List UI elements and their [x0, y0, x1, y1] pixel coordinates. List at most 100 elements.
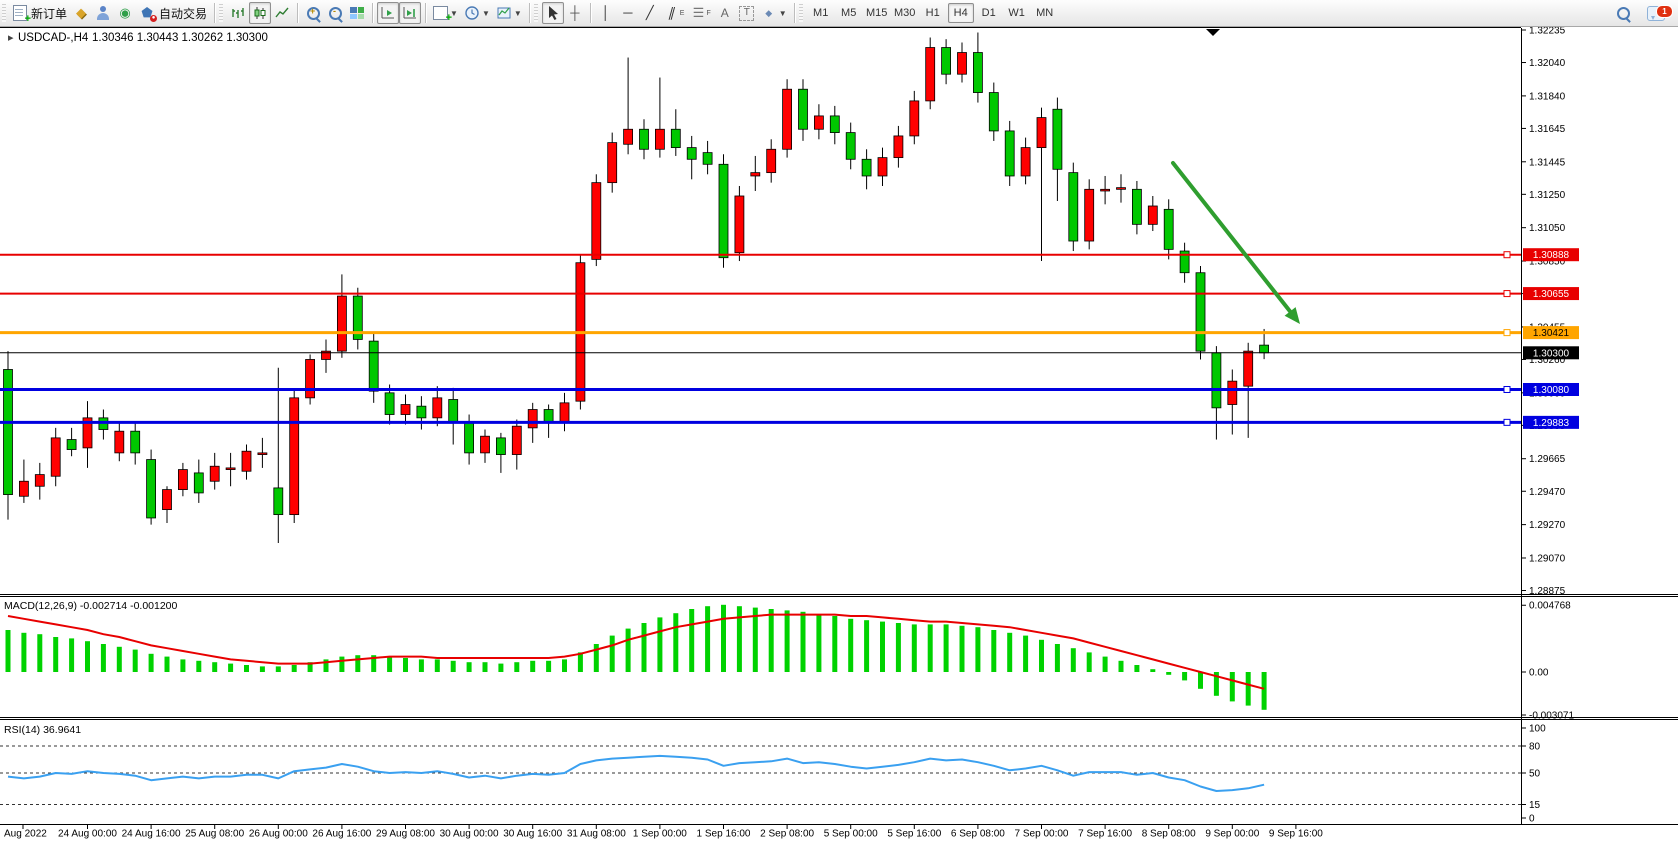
line-chart-icon — [274, 5, 290, 21]
time-axis[interactable]: Aug 202224 Aug 00:0024 Aug 16:0025 Aug 0… — [4, 825, 1323, 840]
candlestick-chart-icon — [252, 5, 268, 21]
trendline-tool[interactable]: ╱ — [639, 2, 661, 24]
candlestick-chart-button[interactable] — [249, 2, 271, 24]
timeframe-d1[interactable]: D1 — [976, 3, 1002, 23]
toolbar-drag-handle[interactable] — [219, 4, 223, 22]
svg-text:5 Sep 00:00: 5 Sep 00:00 — [824, 829, 878, 840]
svg-text:1.31645: 1.31645 — [1529, 124, 1566, 135]
add-indicator-button[interactable]: + ▼ — [430, 2, 461, 24]
svg-text:1.28875: 1.28875 — [1529, 586, 1566, 597]
svg-text:1.31445: 1.31445 — [1529, 157, 1566, 168]
separator — [794, 3, 795, 23]
svg-text:Aug 2022: Aug 2022 — [4, 829, 47, 840]
trendline-icon: ╱ — [642, 5, 658, 21]
fibonacci-tool[interactable]: ☰F — [687, 2, 713, 24]
horizontal-line-icon: ─ — [620, 5, 636, 21]
autotrading-label: 自动交易 — [159, 5, 207, 22]
crosshair-icon: ┼ — [567, 5, 583, 21]
zoom-out-button[interactable]: - — [324, 2, 346, 24]
price-axis[interactable]: 1.32235 1.32040 1.31840 1.31645 1.31445 1.312… — [1521, 27, 1579, 597]
fibo-letter: F — [706, 10, 710, 17]
separator — [425, 3, 426, 23]
svg-text:1 Sep 16:00: 1 Sep 16:00 — [697, 829, 751, 840]
toolbar-group-timeframes: M1M5M15M30H1H4D1W1MN — [805, 0, 1061, 27]
new-order-button[interactable]: + 新订单 — [10, 2, 70, 24]
search-icon — [1617, 7, 1630, 20]
svg-text:1.31840: 1.31840 — [1529, 91, 1566, 102]
autotrading-button[interactable]: ⬟ ● 自动交易 — [136, 2, 210, 24]
clock-icon — [464, 5, 480, 21]
svg-text:1.32040: 1.32040 — [1529, 58, 1566, 69]
auto-scroll-button[interactable] — [377, 2, 399, 24]
text-label-tool[interactable]: T — [736, 2, 758, 24]
chart-canvas[interactable]: 0.0047680.00-0.003071 1008050150 1.32235… — [0, 27, 1678, 840]
timeframe-mn[interactable]: MN — [1032, 3, 1058, 23]
toolbar-drag-handle[interactable] — [799, 4, 803, 22]
svg-text:100: 100 — [1529, 724, 1546, 735]
horizontal-line-tool[interactable]: ─ — [617, 2, 639, 24]
chart-shift-button[interactable] — [399, 2, 421, 24]
rsi-pane: 1008050150 — [0, 724, 1546, 825]
line-chart-button[interactable] — [271, 2, 293, 24]
toolbar-drag-handle[interactable] — [534, 4, 538, 22]
timeframe-h1[interactable]: H1 — [920, 3, 946, 23]
tile-windows-button[interactable] — [346, 2, 368, 24]
svg-text:6 Sep 08:00: 6 Sep 08:00 — [951, 829, 1005, 840]
chart-title-symbol: USDCAD-,H4 — [18, 32, 89, 44]
channel-tool[interactable]: ∥E — [661, 2, 688, 24]
bar-chart-button[interactable] — [227, 2, 249, 24]
text-tool[interactable]: A — [714, 2, 736, 24]
community-button[interactable] — [92, 2, 114, 24]
new-order-label: 新订单 — [31, 5, 67, 22]
timeframe-m1[interactable]: M1 — [808, 3, 834, 23]
timeframe-m30[interactable]: M30 — [892, 3, 918, 23]
shapes-icon: ◆ — [761, 5, 777, 21]
toolbar-drag-handle[interactable] — [2, 4, 6, 22]
templates-button[interactable]: ▼ — [493, 2, 525, 24]
search-button[interactable] — [1612, 3, 1634, 25]
svg-text:1.29270: 1.29270 — [1529, 520, 1566, 531]
bar-chart-icon — [230, 5, 246, 21]
mql-market-button[interactable]: ◆ — [70, 2, 92, 24]
svg-text:8 Sep 08:00: 8 Sep 08:00 — [1142, 829, 1196, 840]
toolbar-group-trade: + 新订单 ◆ ◉ ⬟ ● 自动交易 — [8, 0, 212, 27]
toolbar-group-cursor: ┼ — [540, 0, 588, 27]
svg-text:24 Aug 16:00: 24 Aug 16:00 — [122, 829, 181, 840]
webinar-button[interactable]: ◉ — [114, 2, 136, 24]
svg-text:5 Sep 16:00: 5 Sep 16:00 — [887, 829, 941, 840]
zoom-in-button[interactable]: + — [302, 2, 324, 24]
macd-pane: 0.0047680.00-0.003071 — [6, 601, 1575, 722]
chevron-down-icon: ▼ — [482, 9, 490, 18]
zoom-out-icon: - — [329, 7, 342, 20]
tile-windows-icon — [350, 7, 364, 19]
new-order-icon: + — [13, 5, 27, 21]
arrow-annotation-layer[interactable] — [1173, 163, 1300, 324]
svg-text:31 Aug 08:00: 31 Aug 08:00 — [567, 829, 626, 840]
vertical-line-tool[interactable]: │ — [595, 2, 617, 24]
horizontal-lines-layer[interactable] — [0, 252, 1521, 426]
svg-text:1.32235: 1.32235 — [1529, 27, 1566, 37]
timeframe-m5[interactable]: M5 — [836, 3, 862, 23]
zoom-in-icon: + — [307, 7, 320, 20]
periods-button[interactable]: ▼ — [461, 2, 493, 24]
svg-text:0.00: 0.00 — [1529, 668, 1549, 679]
svg-text:1.31250: 1.31250 — [1529, 190, 1566, 201]
timeframe-m15[interactable]: M15 — [864, 3, 890, 23]
channel-icon: ∥ — [662, 5, 682, 21]
svg-text:0.004768: 0.004768 — [1529, 601, 1571, 612]
signal-icon: ◉ — [117, 5, 133, 21]
macd-label: MACD(12,26,9) -0.002714 -0.001200 — [4, 600, 178, 612]
svg-text:26 Aug 16:00: 26 Aug 16:00 — [312, 829, 371, 840]
timeframe-w1[interactable]: W1 — [1004, 3, 1030, 23]
separator — [529, 3, 530, 23]
template-icon — [496, 5, 512, 21]
cursor-button[interactable] — [542, 2, 564, 24]
crosshair-button[interactable]: ┼ — [564, 2, 586, 24]
svg-text:1.30080: 1.30080 — [1533, 385, 1570, 396]
vertical-line-icon: │ — [598, 5, 614, 21]
shapes-tool[interactable]: ◆▼ — [758, 2, 790, 24]
svg-text:29 Aug 08:00: 29 Aug 08:00 — [376, 829, 435, 840]
svg-text:2 Sep 08:00: 2 Sep 08:00 — [760, 829, 814, 840]
notifications-button[interactable]: 1 — [1644, 3, 1668, 25]
timeframe-h4[interactable]: H4 — [948, 3, 974, 23]
